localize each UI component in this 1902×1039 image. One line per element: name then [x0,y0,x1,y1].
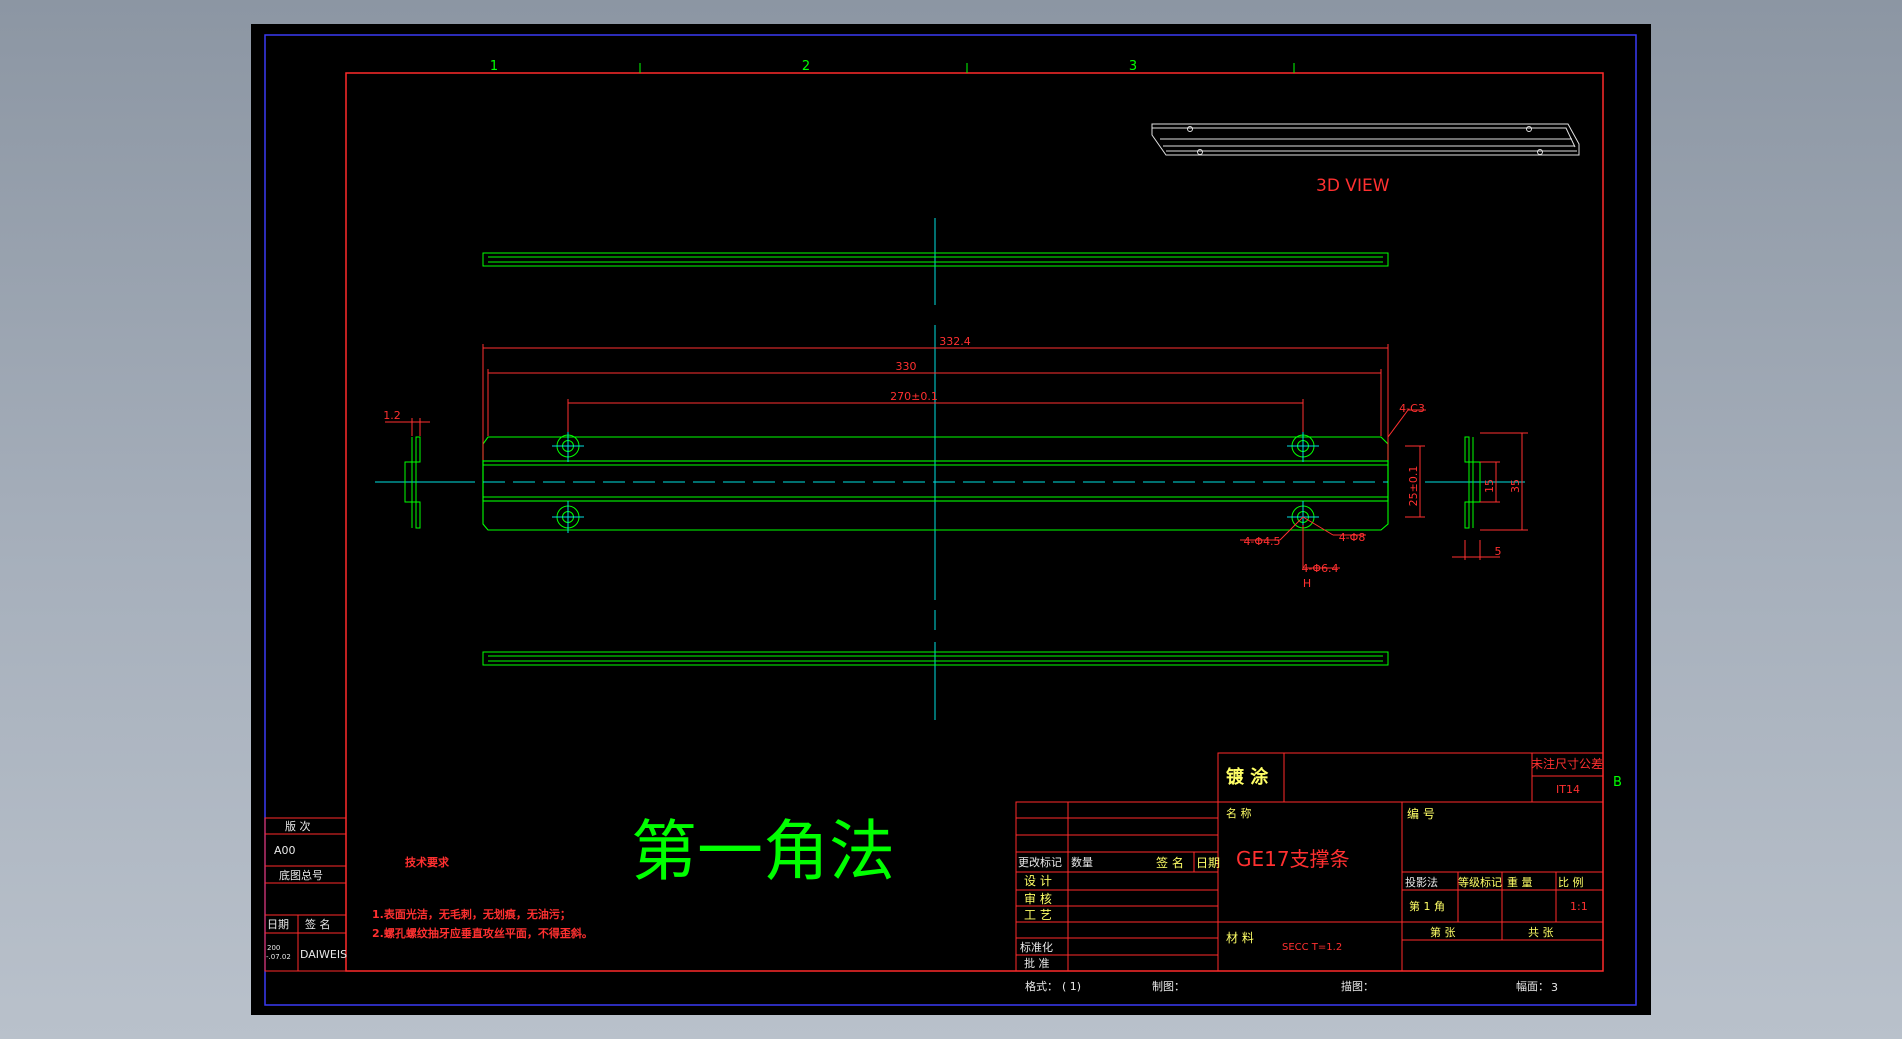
tolerance-label: 未注尺寸公差 [1531,756,1603,771]
date-col-label: 日期 [1196,856,1220,870]
dim-flange: 5 [1495,545,1502,558]
drawn-label: 制图： [1152,980,1185,993]
date-label: 日期 [267,918,289,931]
sheet-no-label: 第 张 [1430,925,1456,939]
material-label: 材 料 [1226,931,1254,945]
dim-chamfer: 4-C3 [1399,402,1425,415]
dim-width: 25±0.1 [1407,466,1420,507]
scale-value: 1:1 [1570,900,1588,913]
tech-requirement-2: 2.螺孔螺纹抽牙应垂直攻丝平面，不得歪斜。 [372,926,593,940]
review-label: 审 核 [1024,891,1052,906]
dim-length: 330 [896,360,917,373]
number-label: 编 号 [1407,806,1435,821]
size-value: 3 [1551,981,1558,994]
design-label: 设 计 [1024,874,1052,888]
sheet-total-label: 共 张 [1528,926,1554,939]
dim-hole-pitch: 270±0.1 [890,390,938,403]
plating-label: 镀 涂 [1226,766,1269,788]
tech-requirements-title: 技术要求 [405,855,450,869]
weight-label: 重 量 [1507,875,1533,889]
view-3d-label: 3D VIEW [1316,176,1390,196]
format-value: ( 1) [1062,980,1081,993]
dim-hole-depth-sub: H [1303,577,1311,590]
dim-thickness: 1.2 [383,409,401,422]
projection-label: 投影法 [1405,875,1438,889]
sign-label: 签 名 [305,917,331,931]
drawing-sheet [251,24,1651,1015]
dim-hole-large: 4-Φ8 [1339,531,1366,544]
signer: DAIWEIS [300,948,347,961]
date-value-2: -.07.02 [266,953,291,961]
process-label: 工 艺 [1024,908,1052,922]
zone-side-b: B [1613,775,1622,790]
projection-value: 第 1 角 [1409,899,1445,913]
cad-drawing-canvas[interactable]: 1 2 3 B 3D VIEW 332.4 330 270±0.1 4-C3 1… [0,0,1902,1039]
tech-requirement-1: 1.表面光洁，无毛刺，无划痕，无油污； [372,907,571,921]
version-label: 版 次 [285,819,311,833]
dim-hole-depth: 4-Φ6.4 [1301,562,1338,575]
standardization-label: 标准化 [1020,940,1053,954]
part-name: GE17支撑条 [1236,847,1350,871]
scale-label: 比 例 [1558,875,1584,889]
size-label: 幅面： [1516,980,1549,993]
zone-1: 1 [490,59,498,74]
material-value: SECC T=1.2 [1282,942,1342,953]
name-label: 名 称 [1226,806,1252,820]
drawing-no-label: 底图总号 [279,868,323,882]
projection-title: 第一角法 [631,813,895,890]
tolerance-value: IT14 [1556,783,1580,796]
approve-label: 批 准 [1024,956,1050,970]
dim-overall: 332.4 [939,335,971,348]
signature-label: 签 名 [1156,855,1184,870]
date-value-1: 200 [267,944,280,952]
quantity-label: 数量 [1071,856,1093,869]
zone-2: 2 [802,59,810,74]
dim-hole-small: 4-Φ4.5 [1243,535,1280,548]
traced-label: 描图： [1341,979,1374,993]
zone-3: 3 [1129,59,1137,74]
grade-label: 等级标记 [1458,875,1502,889]
dim-side-height: 35 [1509,479,1522,493]
change-mark: 更改标记 [1018,855,1062,869]
version-value: A00 [274,844,296,857]
format-label: 格式： [1025,979,1058,993]
dim-side-small: 15 [1483,479,1496,493]
